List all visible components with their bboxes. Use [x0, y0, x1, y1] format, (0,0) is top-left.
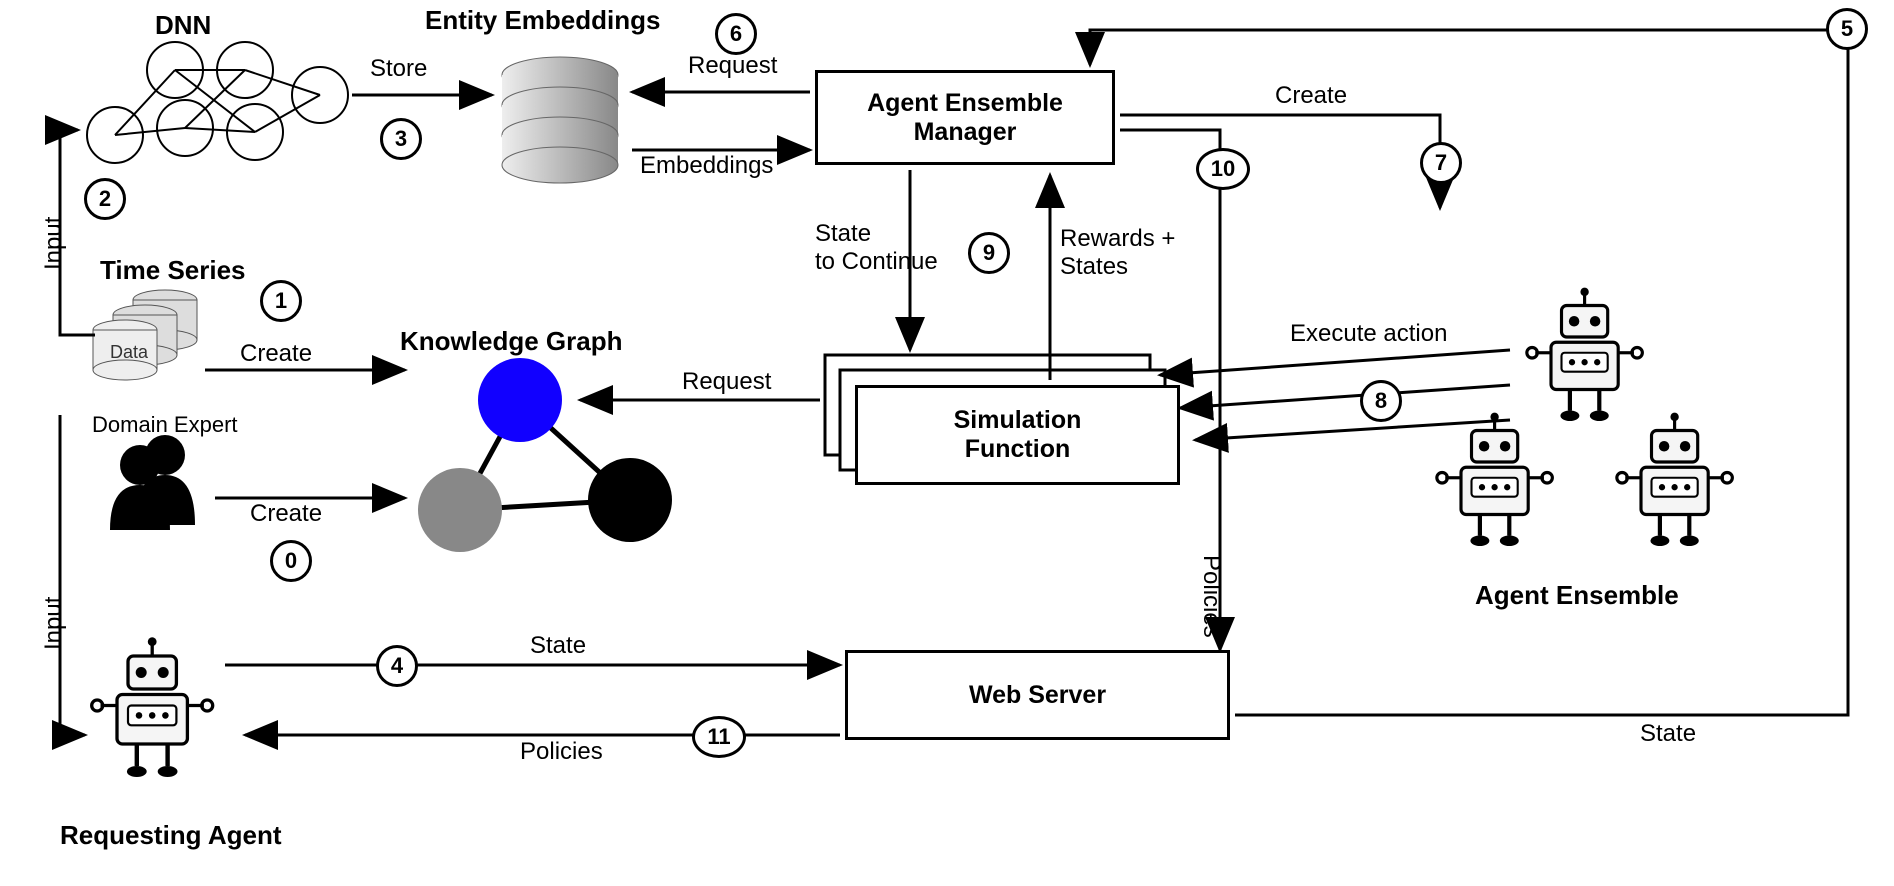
- edge-state-continue: State to Continue: [815, 220, 938, 276]
- edge-request-kg: Request: [682, 368, 771, 396]
- time-series-icon: Data: [93, 290, 197, 380]
- svg-text:Data: Data: [110, 342, 149, 362]
- step-5: 5: [1826, 8, 1868, 50]
- simulation-function-label: Simulation Function: [954, 406, 1082, 464]
- simulation-function-box: Simulation Function: [855, 385, 1180, 485]
- step-0: 0: [270, 540, 312, 582]
- dnn-label: DNN: [155, 10, 211, 41]
- step-11: 11: [692, 716, 746, 758]
- step-6: 6: [715, 13, 757, 55]
- edge-rewards-states: Rewards + States: [1060, 225, 1175, 281]
- step-8: 8: [1360, 380, 1402, 422]
- step-9: 9: [968, 232, 1010, 274]
- agent-ensemble-manager-label: Agent Ensemble Manager: [867, 89, 1063, 147]
- web-server-box: Web Server: [845, 650, 1230, 740]
- entity-embeddings-label: Entity Embeddings: [425, 5, 660, 36]
- agent-ensemble-icon: [1437, 288, 1733, 546]
- edge-policies-out: Policies: [520, 738, 603, 766]
- step-4: 4: [376, 645, 418, 687]
- agent-ensemble-manager-box: Agent Ensemble Manager: [815, 70, 1115, 165]
- requesting-agent-label: Requesting Agent: [60, 820, 281, 851]
- edge-request-emb: Request: [688, 52, 777, 80]
- step-7: 7: [1420, 142, 1462, 184]
- step-1: 1: [260, 280, 302, 322]
- knowledge-graph-label: Knowledge Graph: [400, 326, 622, 357]
- edge-input-agent: Input: [40, 597, 68, 650]
- dnn-icon: [87, 42, 348, 163]
- edge-create-expert: Create: [250, 500, 322, 528]
- domain-expert-label: Domain Expert: [92, 412, 238, 438]
- edge-embeddings: Embeddings: [640, 152, 773, 180]
- web-server-label: Web Server: [969, 681, 1106, 710]
- time-series-label: Time Series: [100, 255, 246, 286]
- agent-ensemble-label: Agent Ensemble: [1475, 580, 1679, 611]
- edge-state-5: State: [1640, 720, 1696, 748]
- database-icon: [502, 57, 618, 183]
- edge-policies-server: Policies: [1197, 555, 1225, 638]
- edge-input-dnn: Input: [40, 217, 68, 270]
- step-10: 10: [1196, 148, 1250, 190]
- edge-state-4: State: [530, 632, 586, 660]
- edge-store: Store: [370, 55, 427, 83]
- edge-create-ensemble: Create: [1275, 82, 1347, 110]
- step-2: 2: [84, 178, 126, 220]
- step-3: 3: [380, 118, 422, 160]
- edge-create-ts: Create: [240, 340, 312, 368]
- edge-execute-action: Execute action: [1290, 320, 1447, 348]
- knowledge-graph-icon: [418, 358, 672, 552]
- domain-expert-icon: [110, 435, 195, 530]
- requesting-agent-icon: [92, 637, 213, 777]
